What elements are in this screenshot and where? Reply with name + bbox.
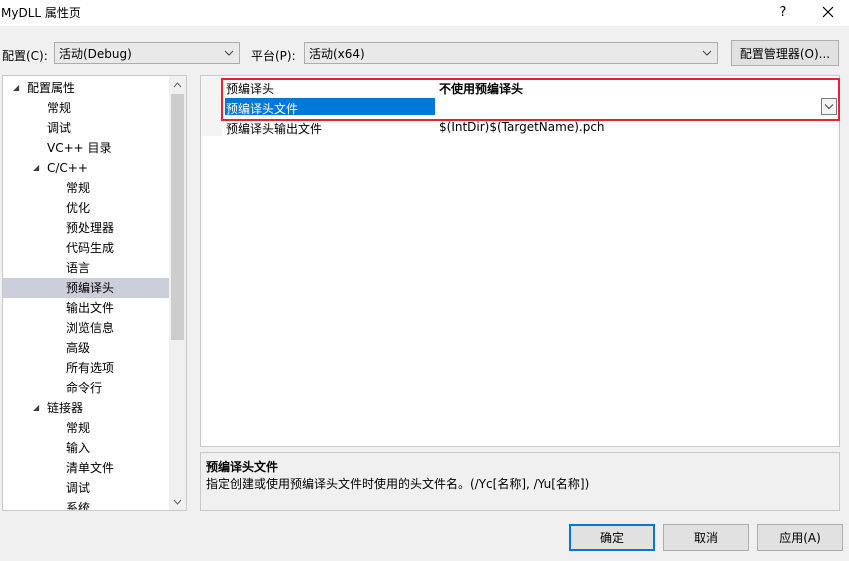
title-bar [0,0,849,26]
platform-label: 平台(P): [251,49,296,63]
tree-item-label: 命令行 [66,381,103,395]
tree-item[interactable]: 常规 [3,98,169,118]
tree-item-label: 所有选项 [66,361,115,375]
apply-button[interactable]: 应用(A) [757,524,843,551]
platform-combo-value: 活动(x64) [309,46,365,61]
tree-item-label: 常规 [66,181,91,195]
tree-item-label: 语言 [66,261,91,275]
ok-button[interactable]: 确定 [569,524,655,551]
close-icon [822,6,834,18]
tree-item-label: 常规 [66,421,91,435]
prop-value-pch-output[interactable]: $(IntDir)$(TargetName).pch [439,120,605,134]
tree-item-label: 代码生成 [66,241,115,255]
property-grid: 预编译头 不使用预编译头 预编译头文件 预编译头输出文件 $(IntDir)$(… [200,75,840,447]
tree-item-label: 调试 [66,481,91,495]
expand-triangle-icon[interactable]: ◢ [33,158,39,178]
tree-item-label: 优化 [66,201,91,215]
cancel-button[interactable]: 取消 [663,524,749,551]
prop-name-pch[interactable]: 预编译头 [226,80,274,97]
property-tree: ◢ 配置属性 常规 调试 VC++ 目录 ◢ C/C++ 常规 优化 预处理器 代码生成 语言 预编译头… [2,75,187,511]
chevron-down-icon [702,50,712,56]
tree-item[interactable]: 高级 [3,338,169,358]
tree-item-label: 链接器 [47,401,84,415]
window-title: MyDLL 属性页 [1,6,81,20]
tree-item[interactable]: 优化 [3,198,169,218]
tree-scrollbar[interactable] [169,76,186,510]
tree-scroll-thumb[interactable] [171,94,184,340]
prop-value-pch[interactable]: 不使用预编译头 [439,80,523,97]
tree-item-label: 系统 [66,501,91,511]
scroll-down-icon[interactable] [169,493,186,510]
tree-item-label: 预编译头 [66,281,115,295]
description-panel: 预编译头文件 指定创建或使用预编译头文件时使用的头文件名。(/Yc[名称], /… [200,452,840,511]
expand-triangle-icon[interactable]: ◢ [13,78,19,98]
config-combo[interactable]: 活动(Debug) [54,42,240,64]
tree-item[interactable]: 命令行 [3,378,169,398]
tree-item[interactable]: 清单文件 [3,458,169,478]
description-text: 指定创建或使用预编译头文件时使用的头文件名。(/Yc[名称], /Yu[名称]) [206,477,590,491]
config-manager-button[interactable]: 配置管理器(O)... [731,40,839,66]
tree-item[interactable]: 浏览信息 [3,318,169,338]
chevron-down-icon [224,50,234,56]
scroll-up-icon[interactable] [169,76,186,93]
prop-value-pch-file-editor[interactable] [437,97,837,117]
tree-item-label: 浏览信息 [66,321,115,335]
grid-gutter [201,76,222,136]
config-combo-value: 活动(Debug) [59,46,132,61]
tree-item-label: 清单文件 [66,461,115,475]
tree-item-label: VC++ 目录 [47,141,112,155]
platform-combo[interactable]: 活动(x64) [304,42,718,64]
expand-triangle-icon[interactable]: ◢ [33,398,39,418]
tree-item[interactable]: 调试 [3,118,169,138]
tree-item[interactable]: 预编译头 [3,278,169,298]
tree-item-label: 调试 [47,121,72,135]
tree-item[interactable]: 输入 [3,438,169,458]
tree-item[interactable]: 预处理器 [3,218,169,238]
tree-item[interactable]: 常规 [3,418,169,438]
tree-item-label: C/C++ [47,161,88,175]
prop-name-pch-output[interactable]: 预编译头输出文件 [226,120,322,137]
prop-dropdown-button[interactable] [821,98,837,115]
tree-item[interactable]: ◢ 链接器 [3,398,169,418]
close-button[interactable] [816,2,840,22]
config-label: 配置(C): [2,49,48,63]
chevron-down-icon [824,104,834,110]
tree-item[interactable]: 输出文件 [3,298,169,318]
tree-item-label: 输出文件 [66,301,115,315]
tree-item[interactable]: VC++ 目录 [3,138,169,158]
help-button[interactable]: ? [771,2,795,22]
tree-item-label: 常规 [47,101,72,115]
prop-name-pch-file[interactable]: 预编译头文件 [226,100,298,117]
tree-item[interactable]: ◢ 配置属性 [3,78,169,98]
tree-item-label: 输入 [66,441,91,455]
tree-item[interactable]: 常规 [3,178,169,198]
tree-item[interactable]: 所有选项 [3,358,169,378]
tree-item[interactable]: 语言 [3,258,169,278]
tree-item-label: 预处理器 [66,221,115,235]
tree-item[interactable]: 代码生成 [3,238,169,258]
tree-item[interactable]: ◢ C/C++ [3,158,169,178]
tree-item-label: 配置属性 [27,81,76,95]
tree-item[interactable]: 系统 [3,498,169,511]
tree-item[interactable]: 调试 [3,478,169,498]
tree-item-label: 高级 [66,341,91,355]
description-title: 预编译头文件 [206,460,279,474]
